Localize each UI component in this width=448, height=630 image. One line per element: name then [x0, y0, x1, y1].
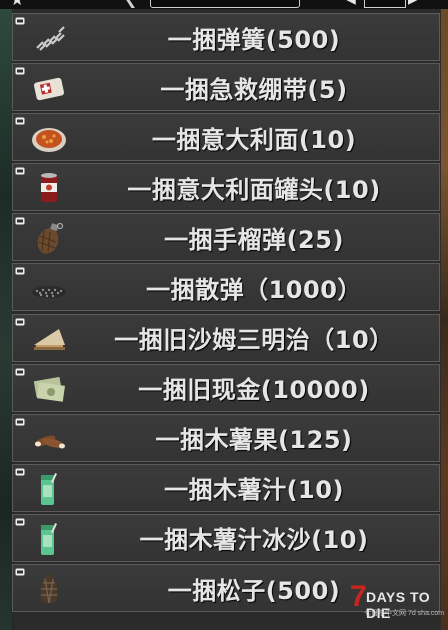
list-item[interactable]: 一捆木薯果(125) [12, 413, 440, 462]
page-prev-icon[interactable]: ◀ [345, 0, 356, 6]
sandwich-icon [34, 328, 65, 350]
item-label: 一捆旧沙姆三明治（10） [114, 326, 394, 355]
list-item[interactable]: 一捆旧沙姆三明治（10） [12, 313, 440, 362]
bundle-icon [15, 568, 25, 576]
item-label: 一捆弹簧(500) [167, 25, 341, 54]
shotgun-shells-icon [32, 286, 66, 299]
list-item[interactable]: 一捆意大利面罐头(10) [12, 163, 440, 212]
list-item[interactable]: 一捆手榴弹(25) [12, 213, 440, 262]
spring-icon [36, 26, 65, 51]
bundle-icon [15, 468, 25, 476]
item-label: 一捆手榴弹(25) [164, 225, 344, 254]
item-list: 一捆弹簧(500) 一捆急救绷带(5) 一捆意大利面(10) 一捆意大利面罐头(… [12, 13, 440, 614]
list-item[interactable]: 一捆旧现金(10000) [12, 363, 440, 412]
pasta-icon [32, 128, 66, 153]
cassava-icon [34, 435, 65, 449]
item-label: 一捆意大利面罐头(10) [127, 175, 381, 204]
chevron-left-icon[interactable]: ❮ [124, 0, 137, 7]
search-input[interactable] [150, 0, 300, 8]
page-number-box [364, 0, 406, 8]
right-background-strip [441, 9, 448, 630]
cash-icon [33, 376, 65, 402]
item-label: 一捆旧现金(10000) [138, 376, 370, 405]
item-label: 一捆散弹（1000） [146, 275, 362, 304]
bundle-icon [15, 518, 25, 526]
canned-pasta-icon [41, 173, 57, 203]
list-item[interactable]: 一捆急救绷带(5) [12, 63, 440, 112]
list-item[interactable]: 一捆木薯汁冰沙(10) [12, 513, 440, 562]
left-background-strip [0, 9, 12, 630]
game-inventory-screen: ★ ❮ ◀ ▶ 一捆弹簧(500) [0, 0, 448, 630]
bundle-icon [15, 217, 25, 225]
bundle-icon [15, 318, 25, 326]
item-label: 一捆木薯汁(10) [164, 476, 344, 505]
item-label: 一捆木薯果(125) [155, 426, 353, 455]
list-item[interactable]: 一捆意大利面(10) [12, 113, 440, 162]
logo-subtext: 七日杀中文网 7d sha.com [364, 610, 445, 617]
bundle-icon [15, 368, 25, 376]
bundle-icon [15, 167, 25, 175]
item-label: 一捆急救绷带(5) [160, 75, 348, 104]
bundle-icon [15, 67, 25, 75]
list-item[interactable]: 一捆木薯汁(10) [12, 463, 440, 512]
list-item[interactable]: 一捆散弹（1000） [12, 263, 440, 312]
cassava-smoothie-icon [41, 522, 58, 555]
top-toolbar: ★ ❮ ◀ ▶ [0, 0, 448, 9]
item-label: 一捆意大利面(10) [151, 125, 357, 154]
bundle-icon [15, 418, 25, 426]
watermark-logo: 7 DAYS TO DIE 七日杀中文网 7d sha.com [350, 582, 444, 626]
item-label: 一捆木薯汁冰沙(10) [139, 526, 369, 555]
grenade-icon [37, 223, 64, 255]
cassava-juice-icon [41, 472, 58, 505]
bundle-icon [15, 267, 25, 275]
bundle-icon [15, 17, 25, 25]
list-item[interactable]: 一捆弹簧(500) [12, 13, 440, 61]
favorite-star-icon[interactable]: ★ [10, 0, 24, 8]
bandage-icon [33, 77, 65, 101]
bundle-icon [15, 117, 25, 125]
page-next-icon[interactable]: ▶ [408, 0, 419, 6]
pine-nut-icon [40, 573, 58, 604]
